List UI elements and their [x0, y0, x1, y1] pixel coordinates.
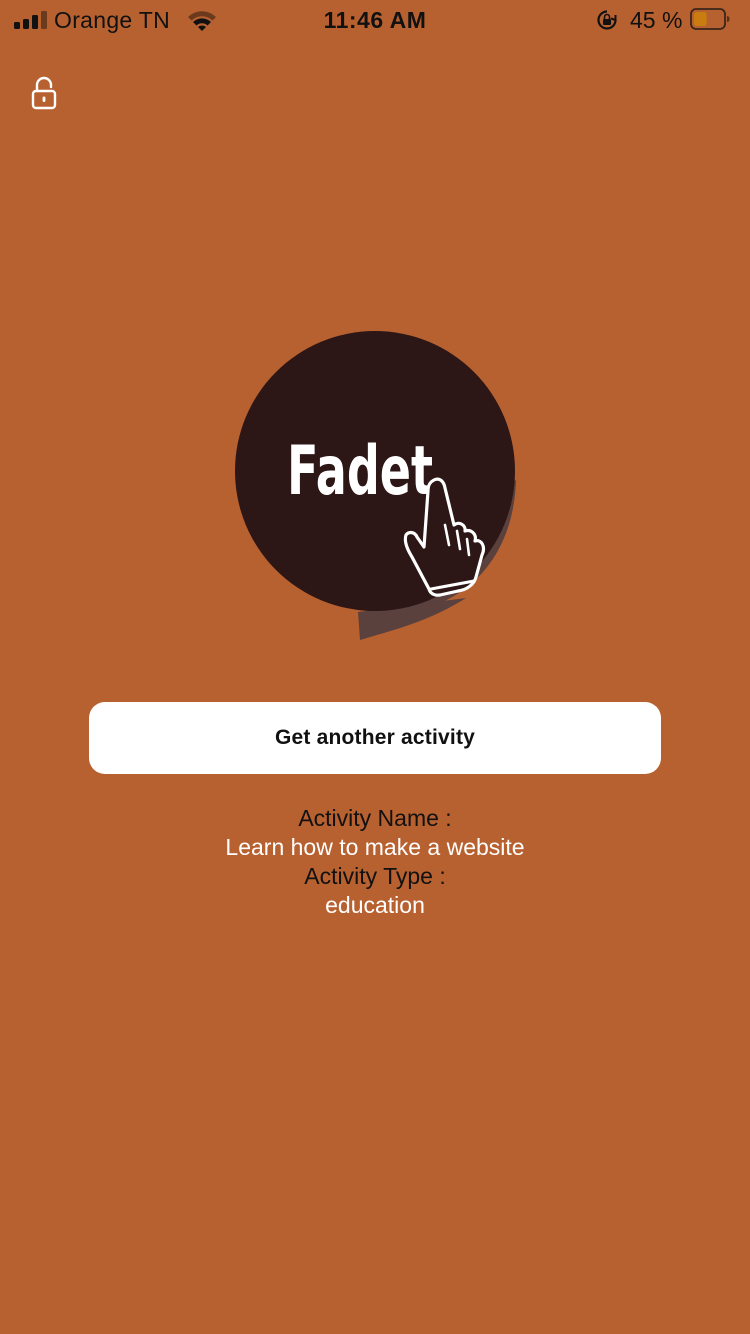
logo-text: Fadet	[287, 432, 433, 511]
activity-name-label: Activity Name :	[298, 805, 452, 831]
activity-info: Activity Name : Learn how to make a webs…	[0, 804, 750, 920]
activity-type-label: Activity Type :	[304, 863, 446, 889]
unlocked-padlock-icon[interactable]	[28, 76, 60, 112]
status-bar: Orange TN 11:46 AM 45 %	[0, 0, 750, 40]
battery-percentage: 45 %	[630, 7, 683, 33]
rotation-lock-icon	[597, 10, 617, 30]
get-another-activity-button[interactable]: Get another activity	[89, 702, 661, 774]
activity-type-value: education	[325, 892, 425, 918]
activity-name-value: Learn how to make a website	[225, 834, 525, 860]
battery-icon	[690, 8, 730, 30]
fadet-logo: Fadet	[235, 331, 516, 640]
